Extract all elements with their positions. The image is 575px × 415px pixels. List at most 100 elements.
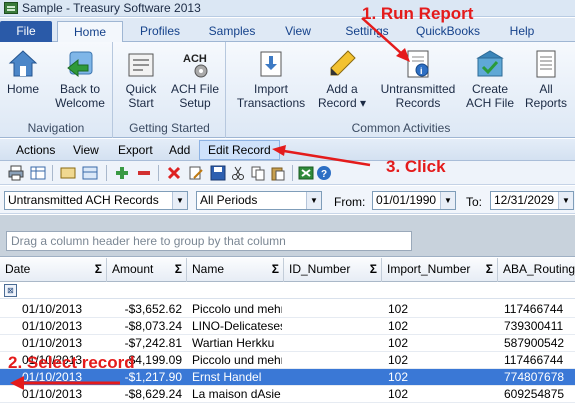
- ach-label-1: ACH File: [170, 82, 219, 96]
- table-row[interactable]: 01/10/2013 -$8,073.24 LINO-Delicateses 102 7…: [0, 318, 575, 335]
- home-icon: [8, 50, 38, 77]
- app-icon: [4, 2, 18, 14]
- create-ach-file-button[interactable]: Create ACH File: [463, 48, 517, 110]
- table-cell-imp: 102: [388, 336, 409, 350]
- view-select-value: Untransmitted ACH Records: [8, 193, 159, 207]
- annotation-step-2: 2. Select record: [8, 353, 135, 372]
- table-row[interactable]: 01/10/2013 -$8,629.24 La maison dAsie 102 60…: [0, 386, 575, 403]
- untransmitted-label-1: Untransmitted: [380, 82, 456, 96]
- to-label: To:: [466, 195, 483, 209]
- column-header-amount[interactable]: Amount Σ: [107, 258, 187, 282]
- print-icon[interactable]: [8, 165, 24, 181]
- table-row[interactable]: 01/10/2013 -$7,242.81 Wartian Herkku 102 587…: [0, 335, 575, 352]
- group-by-panel[interactable]: Drag a column header here to group by th…: [0, 215, 575, 257]
- table-cell-id: [290, 318, 378, 335]
- ribbon: Home Back to Welcome Navigation Quick St…: [0, 42, 575, 138]
- copy-icon[interactable]: [250, 165, 266, 181]
- sum-icon[interactable]: Σ: [486, 258, 493, 280]
- chevron-down-icon[interactable]: ▼: [306, 192, 321, 209]
- ach-setup-icon: ACH: [183, 53, 208, 78]
- sum-icon[interactable]: Σ: [370, 258, 377, 280]
- tab-help[interactable]: Help: [500, 21, 544, 42]
- sum-icon[interactable]: Σ: [272, 258, 279, 280]
- import-transactions-button[interactable]: Import Transactions: [231, 48, 311, 110]
- grid-icon[interactable]: [30, 165, 46, 181]
- table-view-icon[interactable]: [82, 165, 98, 181]
- column-title: ID_Number: [289, 262, 351, 276]
- ach-file-setup-button[interactable]: ACH ACH File Setup: [166, 48, 224, 110]
- menu-actions[interactable]: Actions: [16, 143, 55, 157]
- quick-start-button[interactable]: Quick Start: [120, 48, 162, 110]
- edit-icon[interactable]: [188, 165, 204, 181]
- remove-row-icon[interactable]: [136, 165, 152, 181]
- table-cell-name: Piccolo und mehr: [192, 302, 282, 316]
- grid-filter-row[interactable]: ⊠: [0, 282, 575, 299]
- table-cell-amount: -$3,652.62: [124, 302, 182, 316]
- column-header-aba-routing[interactable]: ABA_Routing_: [498, 258, 575, 282]
- column-header-date[interactable]: Date Σ: [0, 258, 107, 282]
- from-date-value: 01/01/1990: [376, 193, 437, 207]
- menu-add[interactable]: Add: [169, 143, 190, 157]
- column-header-import-number[interactable]: Import_Number Σ: [382, 258, 498, 282]
- toolbar-separator: [106, 165, 107, 181]
- table-cell-name: Ernst Handel: [192, 370, 262, 384]
- group-by-hint: Drag a column header here to group by th…: [6, 231, 412, 251]
- tab-settings[interactable]: Settings: [334, 21, 400, 42]
- toolbar-separator: [52, 165, 53, 181]
- table-cell-name: Wartian Herkku: [192, 336, 275, 350]
- column-header-id-number[interactable]: ID_Number Σ: [284, 258, 382, 282]
- period-select[interactable]: All Periods ▼: [196, 191, 322, 210]
- chevron-down-icon[interactable]: ▼: [558, 192, 573, 209]
- table-cell-aba: 587900542: [504, 336, 565, 350]
- tab-samples[interactable]: Samples: [200, 21, 264, 42]
- delete-icon[interactable]: [166, 165, 182, 181]
- cut-icon[interactable]: [230, 165, 246, 181]
- help-icon[interactable]: ?: [316, 165, 332, 181]
- untransmitted-label-2: Records: [395, 96, 441, 110]
- tab-profiles[interactable]: Profiles: [130, 21, 190, 42]
- back-arrow-icon: [67, 51, 93, 78]
- toolbar-separator: [292, 165, 293, 181]
- create-label-1: Create: [471, 82, 509, 96]
- from-date-picker[interactable]: 01/01/1990 ▼: [372, 191, 456, 210]
- menu-edit-record[interactable]: Edit Record: [199, 140, 280, 160]
- untransmitted-icon: i: [407, 50, 429, 78]
- card-view-icon[interactable]: [60, 165, 76, 181]
- annotation-step-1: 1. Run Report: [362, 4, 474, 23]
- tab-view[interactable]: View: [276, 21, 320, 42]
- home-button[interactable]: Home: [4, 48, 42, 96]
- view-select[interactable]: Untransmitted ACH Records ▼: [4, 191, 188, 210]
- window-title: Sample - Treasury Software 2013: [22, 1, 201, 15]
- back-label-1: Back to: [59, 82, 101, 96]
- save-icon[interactable]: [210, 165, 226, 181]
- group-navigation: Home Back to Welcome Navigation: [0, 42, 113, 138]
- quick-label-2: Start: [128, 96, 154, 110]
- sum-icon[interactable]: Σ: [175, 258, 182, 280]
- filter-icon[interactable]: ⊠: [4, 284, 17, 297]
- to-date-picker[interactable]: 12/31/2029 ▼: [490, 191, 574, 210]
- all-reports-button[interactable]: All Reports: [521, 48, 571, 110]
- to-date-value: 12/31/2029: [494, 193, 555, 207]
- tab-quickbooks[interactable]: QuickBooks: [408, 21, 488, 42]
- home-label: Home: [6, 82, 39, 96]
- sum-icon[interactable]: Σ: [95, 258, 102, 280]
- menu-view[interactable]: View: [73, 143, 99, 157]
- column-header-name[interactable]: Name Σ: [187, 258, 284, 282]
- table-cell-date: 01/10/2013: [22, 336, 83, 350]
- tab-file[interactable]: File: [0, 21, 52, 42]
- tab-home[interactable]: Home: [57, 21, 123, 42]
- menu-export[interactable]: Export: [118, 143, 153, 157]
- column-title: ABA_Routing_: [503, 262, 575, 276]
- chevron-down-icon[interactable]: ▼: [440, 192, 455, 209]
- add-row-icon[interactable]: [114, 165, 130, 181]
- excel-export-icon[interactable]: [298, 165, 314, 181]
- filter-bar: Untransmitted ACH Records ▼ All Periods …: [0, 186, 575, 214]
- table-row[interactable]: 01/10/2013 -$3,652.62 Piccolo und mehr 102 1…: [0, 301, 575, 318]
- untransmitted-records-button[interactable]: i Untransmitted Records: [373, 48, 463, 110]
- table-cell-aba: 117466744: [504, 353, 564, 367]
- paste-icon[interactable]: [270, 165, 286, 181]
- back-to-welcome-button[interactable]: Back to Welcome: [50, 48, 110, 110]
- table-cell-aba: 117466744: [504, 302, 564, 316]
- chevron-down-icon[interactable]: ▼: [172, 192, 187, 209]
- add-a-record-button[interactable]: Add a Record ▾: [315, 48, 369, 110]
